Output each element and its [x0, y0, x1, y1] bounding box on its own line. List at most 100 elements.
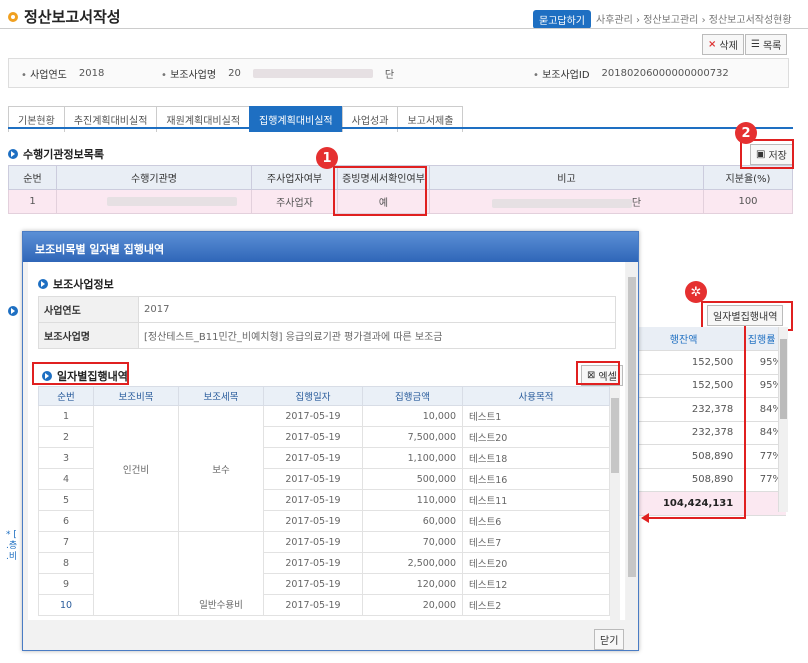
delete-label: 삭제 [719, 41, 738, 52]
footnote-fragment: * [ .층 .비 [6, 530, 17, 563]
help-button[interactable]: 묻고답하기 [533, 10, 591, 29]
cell-date: 2017-05-19 [263, 447, 363, 469]
info-year-label: 사업연도 [21, 66, 67, 81]
cell-item [93, 531, 179, 616]
cell-amount: 70,000 [362, 531, 463, 553]
list-label: 목록 [762, 41, 782, 52]
cell-date: 2017-05-19 [263, 468, 363, 490]
daily-table: 순번 보조비목 보조세목 집행일자 집행금액 사용목적 1 인건비 보수 201… [38, 386, 610, 616]
delete-button[interactable]: × 삭제 [702, 34, 744, 55]
cell-amount: 1,100,000 [362, 447, 463, 469]
table-row[interactable]: 7 일반수용비 2017-05-19 70,000 테스트7 [38, 531, 610, 616]
annotation-badge-3: ✲ [685, 281, 707, 303]
cell-amount: 7,500,000 [362, 426, 463, 448]
popup-info-table: 사업연도 2017 보조사업명 [정산테스트_B11민간_비예치형] 응급의료기… [38, 296, 616, 349]
total-row: 104,424,131 [630, 491, 786, 516]
table-row[interactable]: 152,500 95% [630, 350, 786, 375]
footnote-line: .비 [6, 552, 18, 562]
col-header: 주사업자여부 [251, 165, 338, 190]
popup-info-heading: 보조사업정보 [38, 276, 114, 292]
section-heading-orgs: 수행기관정보목록 [8, 146, 104, 162]
col-header: 사용목적 [462, 386, 610, 406]
daily-table-container: 순번 보조비목 보조세목 집행일자 집행금액 사용목적 1 인건비 보수 201… [38, 386, 610, 620]
cell-amount: 152,500 [630, 374, 738, 398]
table-row[interactable]: 508,890 77% [630, 468, 786, 492]
table-row[interactable]: 232,378 84% [630, 421, 786, 445]
section-bullet-icon [38, 279, 48, 289]
cell-main: 주사업자 [251, 189, 338, 214]
budget-scrollbar[interactable] [778, 327, 788, 512]
col-header: 지분율(%) [703, 165, 793, 190]
col-header: 수행기관명 [56, 165, 252, 190]
breadcrumb-item[interactable]: 정산보고관리 [643, 15, 698, 26]
tab-underline [8, 127, 793, 129]
cell-no: 2 [38, 426, 94, 448]
popup-scrollbar[interactable] [626, 262, 638, 620]
cell-amount: 20,000 [362, 594, 463, 616]
cell-sub: 일반수용비 [178, 531, 264, 616]
header-divider [0, 28, 808, 29]
annotation-badge-1: 1 [316, 147, 338, 169]
cell-purpose: 테스트20 [462, 552, 610, 574]
cell-amount: 60,000 [362, 510, 463, 532]
popup-body: 보조사업정보 사업연도 2017 보조사업명 [정산테스트_B11민간_비예치형… [28, 262, 625, 620]
cell-amount: 232,378 [630, 397, 738, 422]
redacted-text [252, 68, 373, 78]
cell-no: 6 [38, 510, 94, 532]
close-button[interactable]: 닫기 [594, 629, 625, 650]
cell-purpose: 테스트2 [462, 594, 610, 616]
annotation-box-excel [576, 361, 620, 385]
section-bullet-icon [8, 306, 18, 316]
list-button[interactable]: ☰ 목록 [745, 34, 788, 55]
scroll-thumb[interactable] [628, 277, 636, 577]
cell-note-suffix: 단 [631, 198, 642, 209]
info-id-label: 보조사업ID [533, 66, 589, 81]
daily-table-scrollbar[interactable] [610, 386, 620, 620]
breadcrumb-item[interactable]: 사후관리 [596, 15, 633, 26]
page-title-text: 정산보고서작성 [24, 8, 121, 26]
project-info-bar: 사업연도 2018 보조사업명 20 단 보조사업ID 201802060000… [8, 58, 789, 88]
cell-amount: 110,000 [362, 489, 463, 511]
table-row[interactable]: 232,378 84% [630, 397, 786, 422]
cell-date: 2017-05-19 [263, 405, 363, 427]
scroll-thumb[interactable] [611, 398, 619, 473]
col-header: 행잔액 [630, 327, 738, 351]
section-title: 수행기관정보목록 [23, 148, 104, 161]
table-row[interactable]: 152,500 95% [630, 374, 786, 398]
cell-purpose: 테스트16 [462, 468, 610, 490]
info-year-label: 사업연도 [38, 296, 139, 323]
col-header: 보조비목 [93, 386, 179, 406]
annotation-arrow-head [641, 513, 649, 523]
cell-no: 9 [38, 573, 94, 595]
annotation-arrow [744, 326, 746, 519]
scroll-thumb[interactable] [780, 339, 787, 419]
title-bullet-icon [8, 11, 18, 22]
cell-date: 2017-05-19 [263, 426, 363, 448]
table-row[interactable]: 1 인건비 보수 2017-05-19 10,000 테스트1 [38, 405, 610, 532]
page-title: 정산보고서작성 [8, 6, 121, 27]
info-project-value: 20 [228, 67, 241, 79]
cell-amount: 2,500,000 [362, 552, 463, 574]
col-header: 집행일자 [263, 386, 363, 406]
section-heading-budget [8, 306, 18, 316]
cell-purpose: 테스트20 [462, 426, 610, 448]
redacted-text [491, 198, 632, 208]
section-bullet-icon [8, 149, 18, 159]
cell-no: 4 [38, 468, 94, 490]
cell-date: 2017-05-19 [263, 489, 363, 511]
col-header: 순번 [8, 165, 57, 190]
table-row[interactable]: 508,890 77% [630, 444, 786, 469]
cell-purpose: 테스트11 [462, 489, 610, 511]
cell-no: 7 [38, 531, 94, 553]
budget-table: 행잔액 집행률 152,500 95% 152,500 95% 232,378 84%… [630, 327, 786, 516]
info-project: 보조사업명 20 단 [161, 66, 533, 81]
col-header: 보조세목 [178, 386, 264, 406]
cell-no: 10 [38, 594, 94, 616]
annotation-badge-2: 2 [735, 122, 757, 144]
info-project-label: 보조사업명 [38, 322, 139, 349]
footnote-line: .층 [6, 541, 18, 551]
info-id-value: 20180206000000000732 [601, 67, 729, 79]
info-project-value: [정산테스트_B11민간_비예치형] 응급의료기관 평가결과에 따른 보조금 [138, 322, 616, 349]
cell-sub: 보수 [178, 405, 264, 532]
breadcrumb-item[interactable]: 정산보고서작성현황 [709, 15, 792, 26]
